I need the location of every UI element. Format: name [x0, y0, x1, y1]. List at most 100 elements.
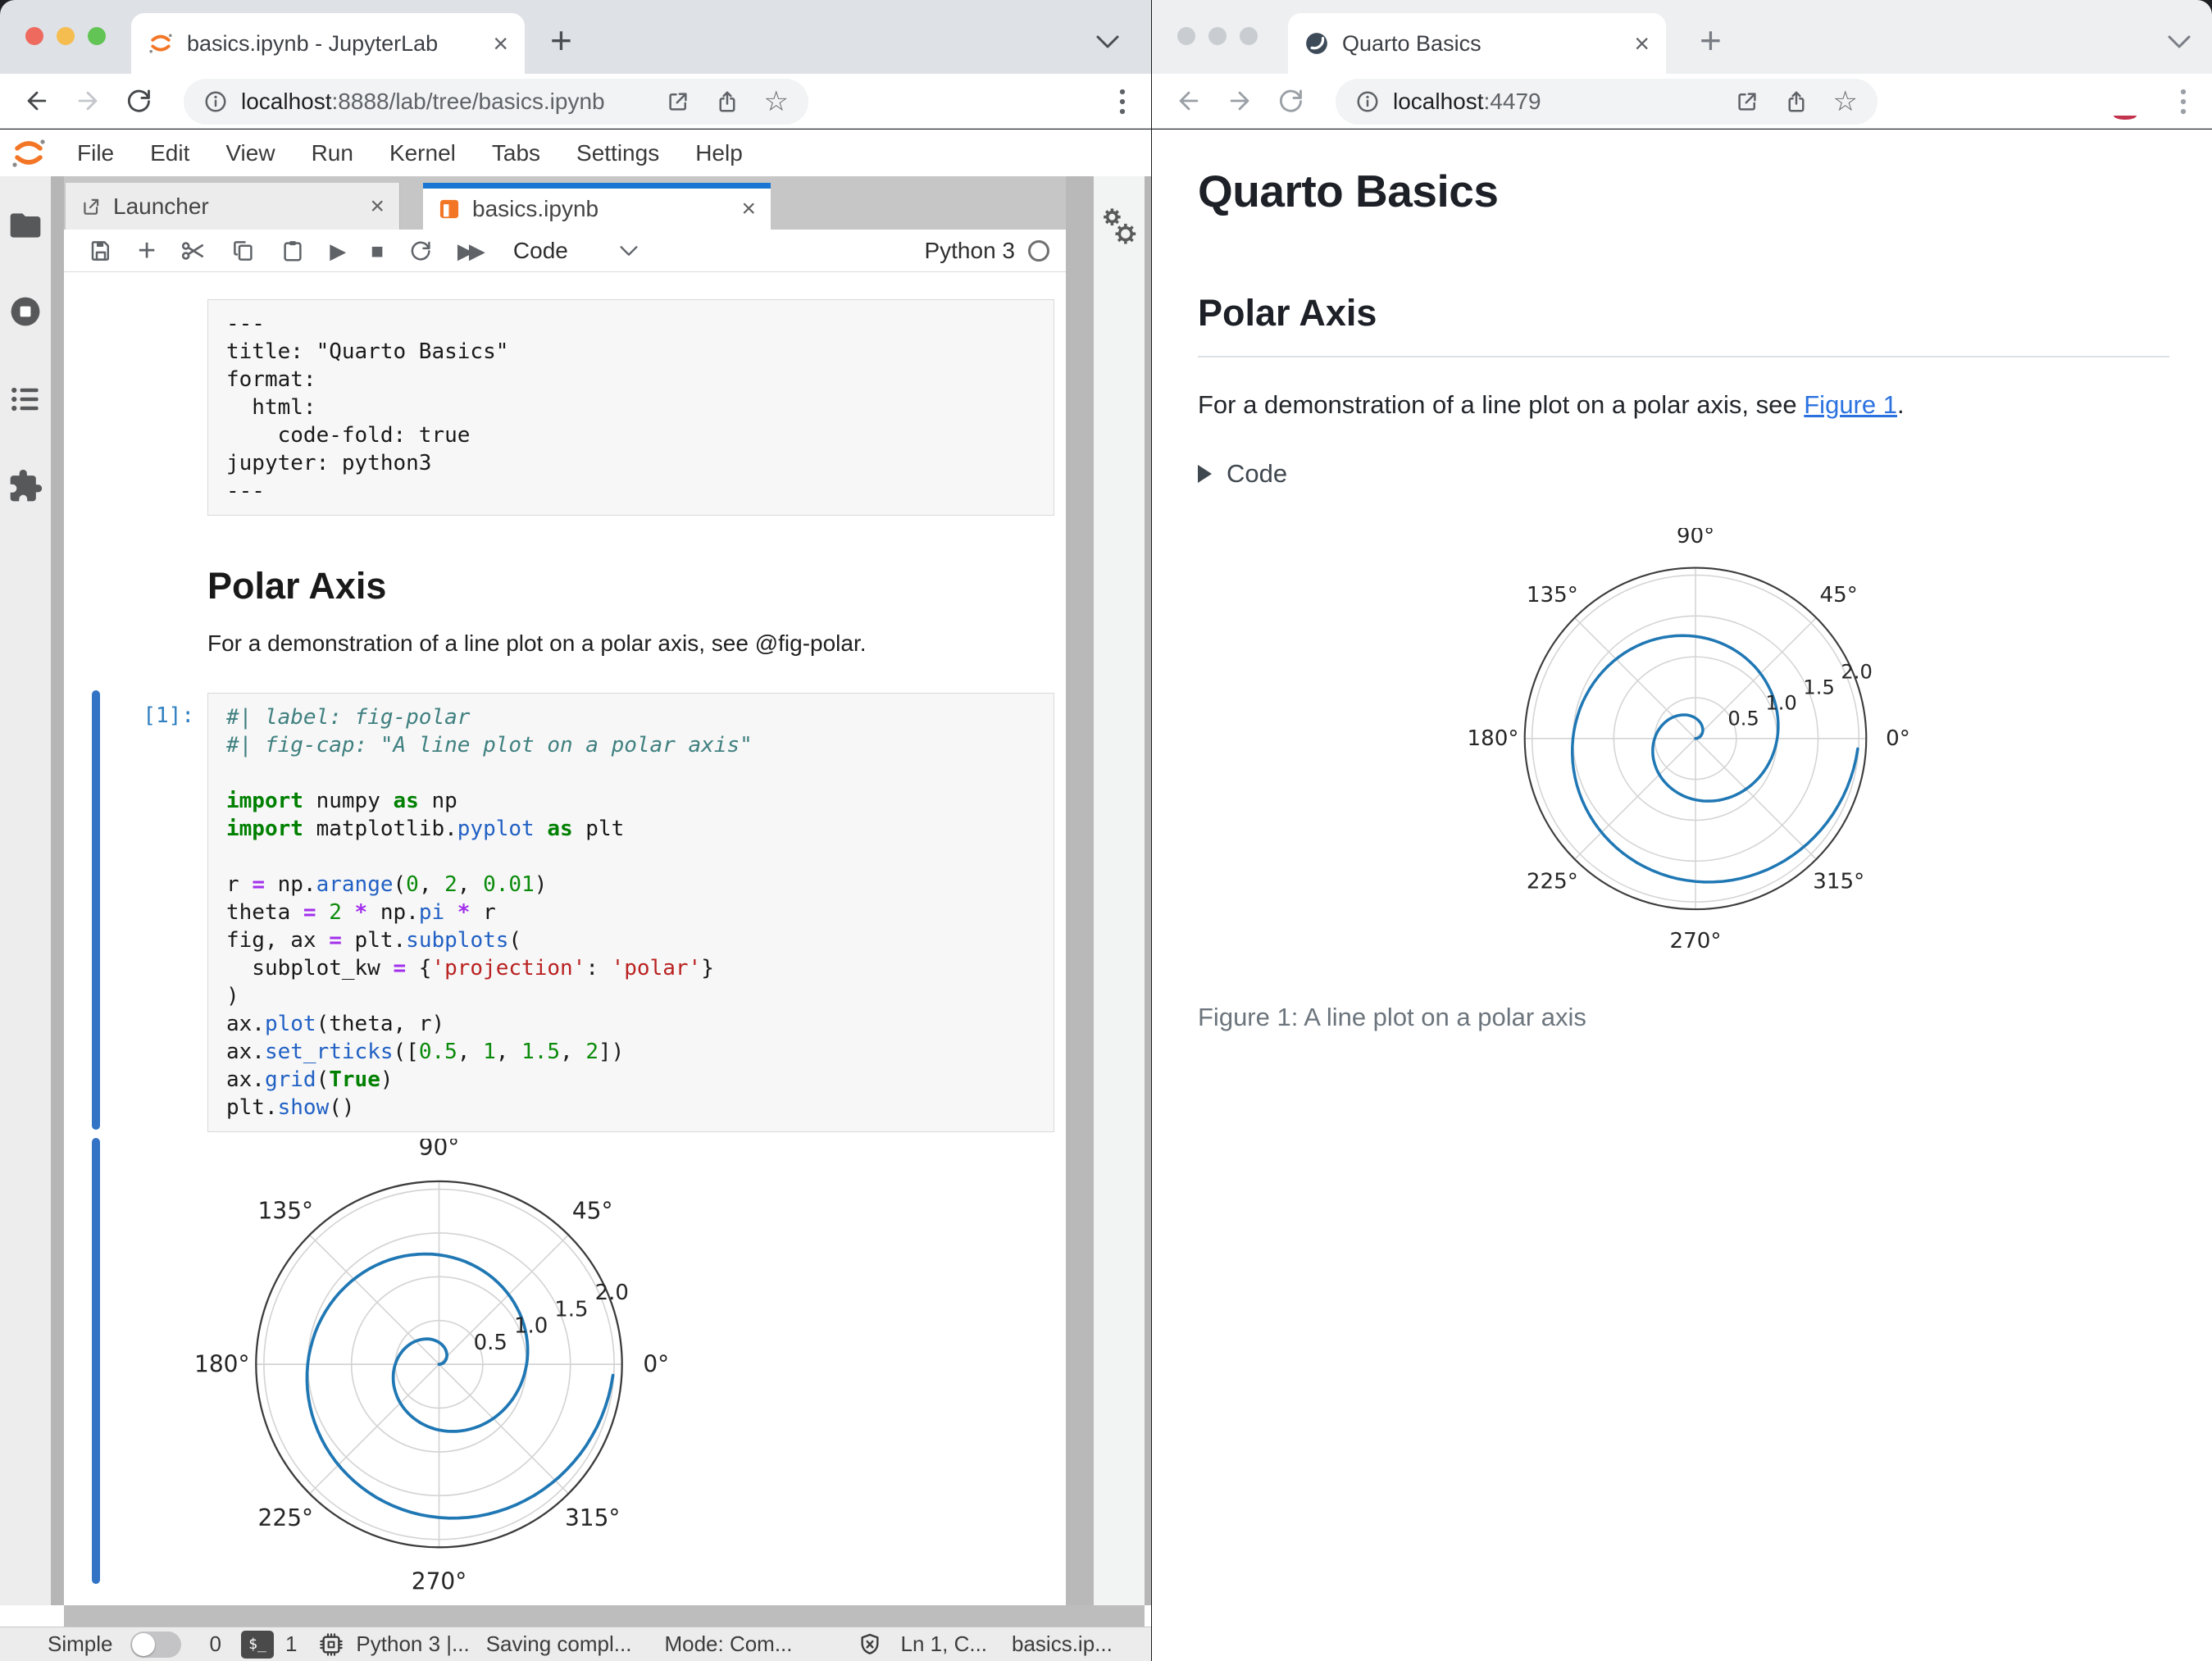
kernel-name[interactable]: Python 3 — [924, 238, 1015, 264]
raw-line: jupyter: python3 — [226, 451, 432, 476]
tab-close-icon[interactable]: × — [370, 193, 385, 221]
figure-link[interactable]: Figure 1 — [1804, 390, 1897, 419]
property-inspector-gears-icon[interactable] — [1100, 206, 1140, 248]
running-kernels-icon[interactable] — [7, 294, 43, 330]
code-line: ) — [226, 984, 239, 1008]
raw-cell[interactable]: --- title: "Quarto Basics" format: html: c… — [207, 299, 1054, 516]
address-bar[interactable]: localhost:8888/lab/tree/basics.ipynb ☆ — [184, 79, 808, 125]
browser-tab-title: Quarto Basics — [1342, 30, 1481, 56]
svg-text:0°: 0° — [1886, 726, 1910, 751]
output-collapser[interactable] — [92, 1138, 100, 1584]
terminal-icon[interactable]: $_ — [240, 1630, 274, 1659]
markdown-paragraph: For a demonstration of a line plot on a … — [207, 630, 867, 656]
minimize-window-button[interactable] — [1208, 27, 1227, 45]
file-browser-icon[interactable] — [7, 207, 43, 243]
dock-bottom-band — [64, 1605, 1145, 1627]
tab-notebook[interactable]: basics.ipynb × — [423, 183, 771, 230]
cell-collapser[interactable] — [92, 690, 100, 1130]
menu-tabs[interactable]: Tabs — [474, 140, 558, 166]
forward-icon[interactable] — [74, 87, 102, 115]
back-icon[interactable] — [23, 87, 51, 115]
menu-edit[interactable]: Edit — [132, 140, 207, 166]
raw-line: format: — [226, 367, 316, 392]
svg-text:1.0: 1.0 — [1765, 691, 1797, 714]
share-icon[interactable] — [715, 89, 740, 114]
restart-kernel-icon[interactable] — [408, 239, 433, 263]
raw-line: --- — [226, 479, 265, 503]
code-line: import numpy as np — [226, 789, 457, 813]
sidebar-splitter[interactable] — [51, 176, 64, 1605]
tab-close-icon[interactable]: × — [741, 195, 756, 223]
table-of-contents-icon[interactable] — [7, 381, 43, 417]
zoom-window-button[interactable] — [88, 27, 106, 45]
open-in-window-icon[interactable] — [1735, 89, 1759, 114]
svg-text:45°: 45° — [572, 1197, 613, 1224]
browser-menu-icon[interactable] — [1118, 87, 1126, 116]
browser-toolbar: localhost:8888/lab/tree/basics.ipynb ☆ — [0, 74, 1151, 129]
document-tab-bar: Launcher × basics.ipynb × — [64, 176, 1066, 230]
close-window-button[interactable] — [1177, 27, 1195, 45]
status-bar: Simple 0 $_ 1 Python 3 |... Saving compl… — [0, 1627, 1151, 1661]
cell-type-select[interactable]: Code — [513, 238, 568, 264]
cell-type-chevron-icon[interactable] — [619, 245, 639, 257]
tab-search-chevron-icon[interactable] — [2167, 34, 2192, 49]
tab-search-chevron-icon[interactable] — [1095, 34, 1120, 49]
tab-close-icon[interactable]: × — [493, 30, 508, 57]
simple-mode-toggle[interactable] — [130, 1631, 182, 1658]
address-bar[interactable]: localhost:4479 ☆ — [1336, 79, 1877, 125]
paste-cells-icon[interactable] — [280, 239, 305, 263]
reload-icon[interactable] — [125, 87, 152, 115]
menu-view[interactable]: View — [207, 140, 293, 166]
site-info-icon[interactable] — [203, 89, 228, 114]
tab-launcher[interactable]: Launcher × — [66, 183, 400, 230]
back-icon[interactable] — [1175, 87, 1203, 115]
kernel-status-text[interactable]: Python 3 |... — [356, 1631, 469, 1657]
browser-toolbar: localhost:4479 ☆ — [1152, 74, 2212, 129]
kernel-status-icon[interactable] — [1028, 239, 1049, 262]
open-in-window-icon[interactable] — [666, 89, 690, 114]
restart-run-all-icon[interactable]: ▶▶ — [457, 240, 485, 262]
extensions-icon[interactable] — [7, 468, 43, 504]
site-info-icon[interactable] — [1355, 89, 1380, 114]
notification-shield-icon[interactable] — [857, 1631, 883, 1658]
minimize-window-button[interactable] — [57, 27, 75, 45]
notebook-scrollbar[interactable] — [1066, 176, 1094, 1605]
browser-tab[interactable]: basics.ipynb - JupyterLab × — [131, 13, 525, 74]
notebook-icon — [439, 199, 459, 219]
notebook-toolbar: + ▶ ■ ▶▶ Code Python 3 — [64, 230, 1066, 272]
close-window-button[interactable] — [25, 27, 43, 45]
new-tab-button[interactable]: + — [550, 18, 572, 62]
menu-kernel[interactable]: Kernel — [371, 140, 474, 166]
menu-settings[interactable]: Settings — [558, 140, 677, 166]
kernel-chip-icon[interactable] — [318, 1631, 344, 1658]
menu-help[interactable]: Help — [677, 140, 761, 166]
bookmark-star-icon[interactable]: ☆ — [1833, 88, 1858, 116]
cut-cells-icon[interactable] — [180, 238, 207, 264]
mode-indicator[interactable]: Mode: Com... — [664, 1631, 792, 1657]
menu-run[interactable]: Run — [294, 140, 371, 166]
cursor-position[interactable]: Ln 1, C... — [901, 1631, 988, 1657]
reload-icon[interactable] — [1277, 87, 1304, 115]
interrupt-kernel-icon[interactable]: ■ — [371, 240, 384, 262]
browser-tab[interactable]: Quarto Basics × — [1288, 13, 1666, 74]
run-cell-icon[interactable]: ▶ — [330, 240, 346, 262]
code-fold-toggle[interactable]: Code — [1198, 459, 2212, 489]
code-line: plt.show() — [226, 1095, 355, 1120]
svg-text:45°: 45° — [1820, 583, 1858, 608]
copy-cells-icon[interactable] — [231, 239, 256, 263]
add-cell-icon[interactable]: + — [138, 235, 156, 266]
browser-menu-icon[interactable] — [2179, 87, 2187, 116]
save-icon[interactable] — [89, 239, 113, 263]
svg-text:90°: 90° — [419, 1139, 460, 1161]
new-tab-button[interactable]: + — [1700, 18, 1722, 62]
code-line: subplot_kw = {'projection': 'polar'} — [226, 956, 714, 981]
zoom-window-button[interactable] — [1240, 27, 1258, 45]
bookmark-star-icon[interactable]: ☆ — [764, 88, 789, 116]
code-cell-lines[interactable]: #| label: fig-polar #| fig-cap: "A line p… — [207, 693, 1054, 1132]
menu-file[interactable]: File — [59, 140, 132, 166]
page-title: Quarto Basics — [1198, 166, 1499, 216]
tab-close-icon[interactable]: × — [1634, 30, 1650, 57]
svg-text:90°: 90° — [1677, 528, 1714, 548]
share-icon[interactable] — [1784, 89, 1809, 114]
forward-icon[interactable] — [1226, 87, 1254, 115]
